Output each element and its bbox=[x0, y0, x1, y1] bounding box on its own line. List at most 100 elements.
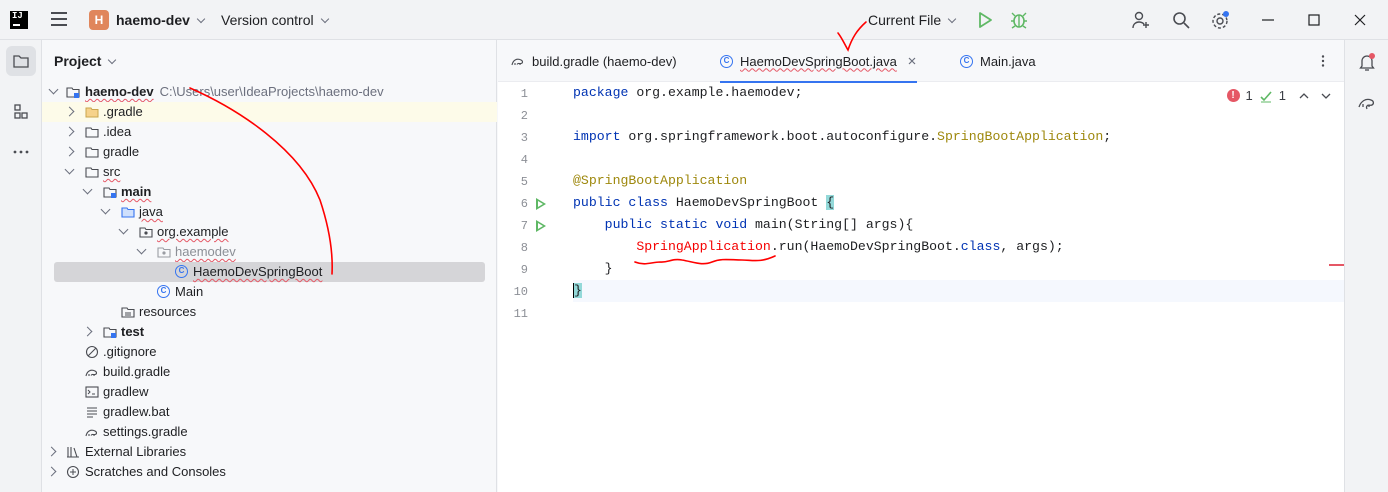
expand-arrow-icon[interactable] bbox=[64, 146, 75, 157]
tree-item-label: .gitignore bbox=[103, 344, 157, 359]
folder-icon bbox=[85, 147, 99, 158]
line-number: 11 bbox=[513, 307, 528, 321]
more-tabs-icon[interactable] bbox=[1316, 54, 1330, 68]
tree-item-gitignore[interactable]: .gitignore bbox=[42, 342, 497, 362]
more-tools-button[interactable] bbox=[6, 137, 36, 167]
tree-item-test[interactable]: test bbox=[42, 322, 497, 342]
line-number: 1 bbox=[520, 87, 528, 101]
tree-item-scratches[interactable]: Scratches and Consoles bbox=[42, 462, 497, 482]
title-bar: IJ H haemo-dev Version control Current F… bbox=[0, 0, 1388, 40]
expand-arrow-icon[interactable] bbox=[64, 126, 75, 137]
tree-item-main-class[interactable]: C Main bbox=[42, 282, 497, 302]
expand-arrow-icon[interactable] bbox=[100, 204, 111, 215]
tree-item-haemodev[interactable]: haemodev bbox=[42, 242, 497, 262]
code-line-3: import org.springframework.boot.autoconf… bbox=[573, 129, 1112, 144]
folder-icon bbox=[85, 107, 99, 118]
tab-haemodevspringboot-java[interactable]: C HaemoDevSpringBoot.java bbox=[720, 40, 917, 83]
code-line-7: public static void main(String[] args){ bbox=[604, 217, 914, 232]
intellij-logo-icon[interactable]: IJ bbox=[10, 11, 28, 29]
tab-label: HaemoDevSpringBoot.java bbox=[740, 53, 897, 69]
module-folder-icon bbox=[103, 187, 117, 198]
run-gutter-icon[interactable] bbox=[536, 220, 546, 232]
expand-arrow-icon[interactable] bbox=[64, 106, 75, 117]
run-config-label: Current File bbox=[868, 12, 942, 28]
debug-icon[interactable] bbox=[1009, 10, 1029, 30]
tree-item-haemo-dev[interactable]: haemo-dev C:\Users\user\IdeaProjects\haem… bbox=[42, 82, 497, 102]
project-switcher[interactable]: haemo-dev bbox=[116, 12, 206, 28]
left-tool-strip bbox=[0, 40, 42, 492]
tree-item-label: src bbox=[103, 164, 121, 179]
library-icon bbox=[67, 447, 79, 458]
class-icon: C bbox=[960, 54, 973, 68]
resources-folder-icon bbox=[121, 307, 135, 318]
close-tab-icon[interactable] bbox=[907, 56, 917, 66]
search-icon[interactable] bbox=[1171, 10, 1191, 30]
menu-icon[interactable] bbox=[51, 12, 67, 26]
class-icon: C bbox=[157, 285, 170, 298]
project-badge[interactable]: H bbox=[89, 10, 109, 30]
project-tool-button[interactable] bbox=[6, 46, 36, 76]
tree-item-src[interactable]: src bbox=[42, 162, 497, 182]
tree-item-settings-gradle[interactable]: settings.gradle bbox=[42, 422, 497, 442]
run-configuration-selector[interactable]: Current File bbox=[868, 12, 957, 28]
tree-item-label: test bbox=[121, 324, 145, 339]
line-number: 3 bbox=[520, 131, 528, 145]
expand-arrow-icon[interactable] bbox=[82, 184, 93, 195]
line-number: 6 bbox=[520, 197, 528, 211]
tree-item-java[interactable]: java bbox=[42, 202, 497, 222]
panel-title-label: Project bbox=[54, 53, 102, 69]
run-icon[interactable] bbox=[975, 10, 995, 30]
code-line-10: } bbox=[573, 280, 1344, 302]
class-icon: C bbox=[175, 265, 188, 278]
logo-text: IJ bbox=[12, 11, 23, 21]
tab-main-java[interactable]: C Main.java bbox=[960, 40, 1036, 82]
package-icon bbox=[139, 227, 153, 238]
shell-file-icon bbox=[85, 386, 99, 398]
code-editor: build.gradle (haemo-dev) C HaemoDevSprin… bbox=[498, 40, 1344, 492]
tab-build-gradle[interactable]: build.gradle (haemo-dev) bbox=[510, 40, 677, 82]
error-stripe-mark[interactable] bbox=[1329, 264, 1344, 266]
tree-item-gradlew-bat[interactable]: gradlew.bat bbox=[42, 402, 497, 422]
minimize-icon[interactable] bbox=[1258, 10, 1278, 30]
tree-item-external-libraries[interactable]: External Libraries bbox=[42, 442, 497, 462]
tree-item-label: haemo-dev C:\Users\user\IdeaProjects\haem… bbox=[85, 84, 384, 99]
expand-arrow-icon[interactable] bbox=[48, 84, 59, 95]
expand-arrow-icon[interactable] bbox=[46, 466, 57, 477]
line-number: 8 bbox=[520, 241, 528, 255]
expand-arrow-icon[interactable] bbox=[64, 164, 75, 175]
notifications-icon[interactable] bbox=[1357, 52, 1377, 72]
tab-label: build.gradle (haemo-dev) bbox=[532, 53, 677, 69]
expand-arrow-icon[interactable] bbox=[136, 244, 147, 255]
expand-arrow-icon[interactable] bbox=[82, 326, 93, 337]
folder-icon bbox=[85, 127, 99, 138]
gradle-icon[interactable] bbox=[1357, 92, 1377, 112]
line-number: 2 bbox=[520, 109, 528, 123]
close-icon[interactable] bbox=[1350, 10, 1370, 30]
tree-item-label: gradle bbox=[103, 144, 140, 159]
tree-item-org-example[interactable]: org.example bbox=[42, 222, 497, 242]
project-panel-title[interactable]: Project bbox=[54, 53, 117, 69]
structure-tool-button[interactable] bbox=[6, 97, 36, 127]
add-user-icon[interactable] bbox=[1131, 10, 1151, 30]
tree-item-label: settings.gradle bbox=[103, 424, 188, 439]
class-icon: C bbox=[720, 54, 733, 68]
tree-item-gradlew[interactable]: gradlew bbox=[42, 382, 497, 402]
gradle-file-icon bbox=[85, 369, 98, 377]
tree-item-dot-idea[interactable]: .idea bbox=[42, 122, 497, 142]
scratches-icon bbox=[66, 465, 80, 479]
tree-item-main[interactable]: main bbox=[42, 182, 497, 202]
expand-arrow-icon[interactable] bbox=[118, 224, 129, 235]
maximize-icon[interactable] bbox=[1304, 10, 1324, 30]
tree-item-dot-gradle[interactable]: .gradle bbox=[42, 102, 497, 122]
code-area[interactable]: package org.example.haemodev; import org… bbox=[573, 82, 1344, 492]
package-icon bbox=[157, 247, 171, 258]
tree-item-build-gradle[interactable]: build.gradle bbox=[42, 362, 497, 382]
tree-item-gradle-folder[interactable]: gradle bbox=[42, 142, 497, 162]
version-control-menu[interactable]: Version control bbox=[221, 12, 329, 28]
tree-item-haemodevspringboot[interactable]: C HaemoDevSpringBoot bbox=[42, 262, 497, 282]
expand-arrow-icon[interactable] bbox=[46, 446, 57, 457]
tree-item-resources[interactable]: resources bbox=[42, 302, 497, 322]
settings-icon[interactable] bbox=[1210, 10, 1230, 30]
run-gutter-icon[interactable] bbox=[536, 198, 546, 210]
chevron-down-icon bbox=[108, 55, 117, 65]
